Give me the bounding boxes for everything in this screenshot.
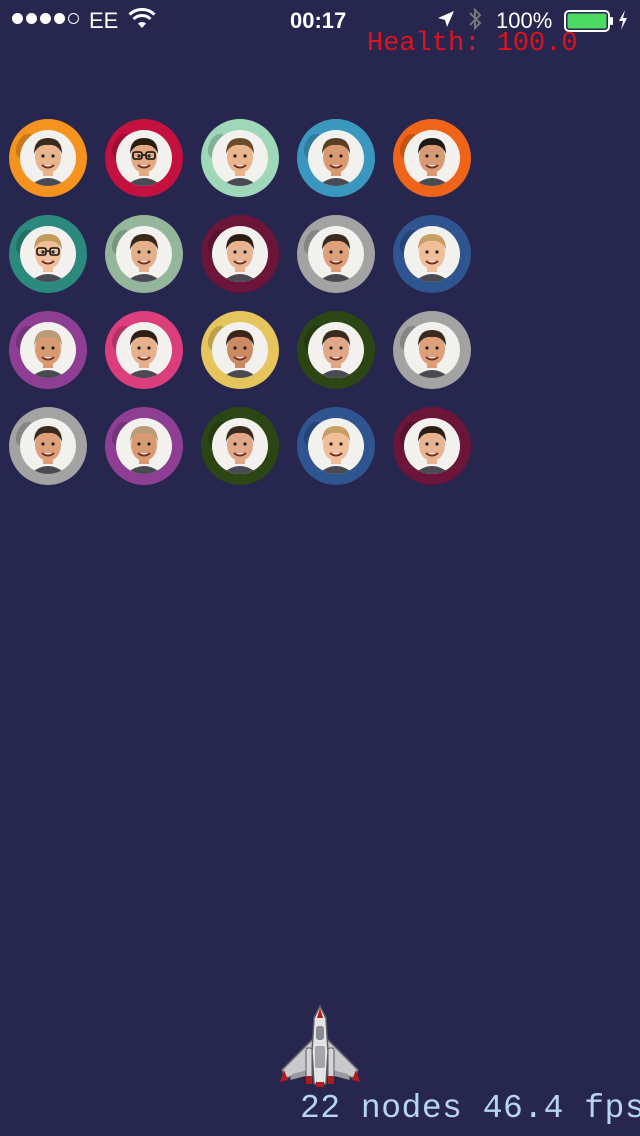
- enemy-avatar[interactable]: [393, 119, 471, 197]
- face-photo: [404, 418, 460, 474]
- enemy-avatar[interactable]: [201, 311, 279, 389]
- enemy-avatar[interactable]: [297, 311, 375, 389]
- face-photo: [116, 226, 172, 282]
- enemy-avatar[interactable]: [105, 119, 183, 197]
- enemy-avatar[interactable]: [9, 119, 87, 197]
- face-photo: [308, 130, 364, 186]
- player-spaceship[interactable]: [278, 1004, 362, 1088]
- enemy-avatar[interactable]: [105, 311, 183, 389]
- enemy-avatar[interactable]: [297, 407, 375, 485]
- enemy-avatar[interactable]: [9, 407, 87, 485]
- enemy-avatar[interactable]: [393, 215, 471, 293]
- face-photo: [308, 418, 364, 474]
- face-photo: [116, 322, 172, 378]
- enemy-avatar[interactable]: [201, 407, 279, 485]
- face-photo: [212, 226, 268, 282]
- face-photo: [212, 130, 268, 186]
- enemy-avatar[interactable]: [9, 215, 87, 293]
- face-photo: [404, 322, 460, 378]
- enemy-avatar[interactable]: [9, 311, 87, 389]
- enemy-avatar[interactable]: [297, 119, 375, 197]
- debug-stats: 22 nodes 46.4 fps: [300, 1090, 640, 1127]
- enemy-avatar[interactable]: [105, 407, 183, 485]
- face-photo: [212, 418, 268, 474]
- face-photo: [212, 322, 268, 378]
- face-photo: [20, 130, 76, 186]
- enemy-avatar[interactable]: [105, 215, 183, 293]
- enemy-avatar[interactable]: [297, 215, 375, 293]
- face-photo: [20, 226, 76, 282]
- enemy-avatar[interactable]: [201, 119, 279, 197]
- face-photo: [404, 226, 460, 282]
- enemy-avatar[interactable]: [393, 311, 471, 389]
- face-photo: [308, 226, 364, 282]
- enemy-avatar[interactable]: [201, 215, 279, 293]
- face-photo: [116, 418, 172, 474]
- face-photo: [116, 130, 172, 186]
- enemy-avatar[interactable]: [393, 407, 471, 485]
- face-photo: [20, 322, 76, 378]
- face-photo: [308, 322, 364, 378]
- face-photo: [404, 130, 460, 186]
- enemy-grid: [0, 0, 640, 600]
- face-photo: [20, 418, 76, 474]
